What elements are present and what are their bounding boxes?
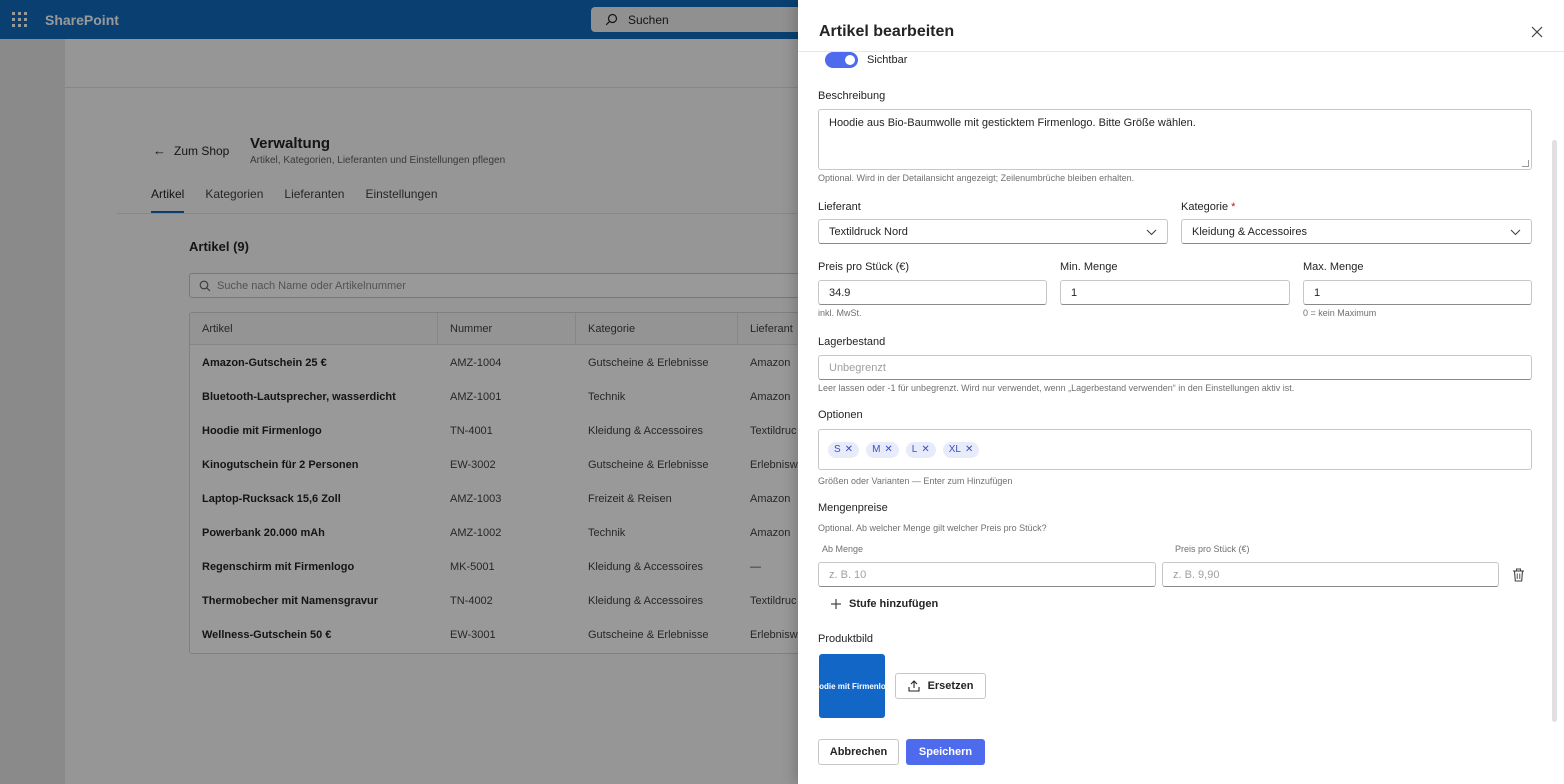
option-chip: S ✕ bbox=[828, 441, 860, 458]
visible-toggle-label: Sichtbar bbox=[867, 54, 908, 66]
panel-header: Artikel bearbeiten bbox=[798, 0, 1564, 52]
replace-image-button[interactable]: Ersetzen bbox=[895, 673, 986, 699]
tier-qty-input[interactable]: z. B. 10 bbox=[818, 562, 1156, 587]
add-tier-label: Stufe hinzufügen bbox=[849, 598, 939, 610]
tier-price-input[interactable]: z. B. 9,90 bbox=[1162, 562, 1499, 587]
chevron-down-icon bbox=[1146, 229, 1157, 236]
cancel-button[interactable]: Abbrechen bbox=[818, 739, 899, 765]
tier-price-column-label: Preis pro Stück (€) bbox=[1175, 544, 1250, 554]
supplier-label: Lieferant bbox=[818, 201, 861, 213]
option-chip: M ✕ bbox=[866, 441, 899, 458]
description-label: Beschreibung bbox=[818, 90, 886, 102]
edit-article-panel: Artikel bearbeiten Sichtbar Beschreibung… bbox=[798, 0, 1564, 784]
description-hint: Optional. Wird in der Detailansicht ange… bbox=[818, 173, 1135, 183]
max-qty-label: Max. Menge bbox=[1303, 261, 1364, 273]
panel-title: Artikel bearbeiten bbox=[819, 23, 955, 40]
add-tier-button[interactable]: Stufe hinzufügen bbox=[831, 598, 938, 610]
stock-input[interactable]: Unbegrenzt bbox=[818, 355, 1532, 380]
category-value: Kleidung & Accessoires bbox=[1192, 226, 1307, 238]
category-label: Kategorie * bbox=[1181, 201, 1236, 213]
required-mark: * bbox=[1231, 201, 1236, 213]
stock-hint: Leer lassen oder -1 für unbegrenzt. Wird… bbox=[818, 383, 1295, 393]
options-label: Optionen bbox=[818, 409, 863, 421]
category-select[interactable]: Kleidung & Accessoires bbox=[1181, 219, 1532, 244]
panel-scrollbar[interactable] bbox=[1552, 140, 1557, 722]
visible-toggle[interactable] bbox=[825, 52, 858, 68]
options-hint: Größen oder Varianten — Enter zum Hinzuf… bbox=[818, 476, 1013, 486]
tier-prices-hint: Optional. Ab welcher Menge gilt welcher … bbox=[818, 523, 1047, 533]
product-image-thumbnail: Hoodie mit Firmenlogo bbox=[819, 654, 885, 718]
supplier-select[interactable]: Textildruck Nord bbox=[818, 219, 1168, 244]
plus-icon bbox=[831, 599, 841, 609]
save-button[interactable]: Speichern bbox=[906, 739, 985, 765]
price-label: Preis pro Stück (€) bbox=[818, 261, 910, 273]
chevron-down-icon bbox=[1510, 229, 1521, 236]
option-chip: L ✕ bbox=[905, 441, 936, 458]
max-qty-hint: 0 = kein Maximum bbox=[1303, 308, 1377, 318]
remove-chip-icon[interactable]: ✕ bbox=[884, 444, 892, 455]
option-chip: XL ✕ bbox=[942, 441, 980, 458]
supplier-value: Textildruck Nord bbox=[829, 226, 908, 238]
stock-label: Lagerbestand bbox=[818, 336, 886, 348]
replace-image-label: Ersetzen bbox=[927, 680, 974, 692]
product-image-label: Produktbild bbox=[818, 633, 874, 645]
price-input[interactable]: 34.9 bbox=[818, 280, 1047, 305]
tier-qty-column-label: Ab Menge bbox=[822, 544, 864, 554]
min-qty-input[interactable]: 1 bbox=[1060, 280, 1290, 305]
options-input[interactable]: S ✕ M ✕ L ✕ XL ✕ bbox=[818, 429, 1532, 470]
tier-prices-label: Mengenpreise bbox=[818, 502, 888, 514]
close-icon[interactable] bbox=[1529, 24, 1545, 40]
max-qty-input[interactable]: 1 bbox=[1303, 280, 1532, 305]
price-hint: inkl. MwSt. bbox=[818, 308, 862, 318]
remove-chip-icon[interactable]: ✕ bbox=[921, 444, 929, 455]
trash-icon[interactable] bbox=[1512, 568, 1525, 582]
description-textarea[interactable]: Hoodie aus Bio-Baumwolle mit gesticktem … bbox=[818, 109, 1532, 170]
remove-chip-icon[interactable]: ✕ bbox=[845, 444, 853, 455]
upload-icon bbox=[908, 680, 920, 692]
resize-handle-icon[interactable] bbox=[1522, 160, 1529, 167]
remove-chip-icon[interactable]: ✕ bbox=[965, 444, 973, 455]
description-value: Hoodie aus Bio-Baumwolle mit gesticktem … bbox=[829, 117, 1196, 129]
min-qty-label: Min. Menge bbox=[1060, 261, 1118, 273]
thumbnail-text: Hoodie mit Firmenlogo bbox=[819, 681, 885, 691]
